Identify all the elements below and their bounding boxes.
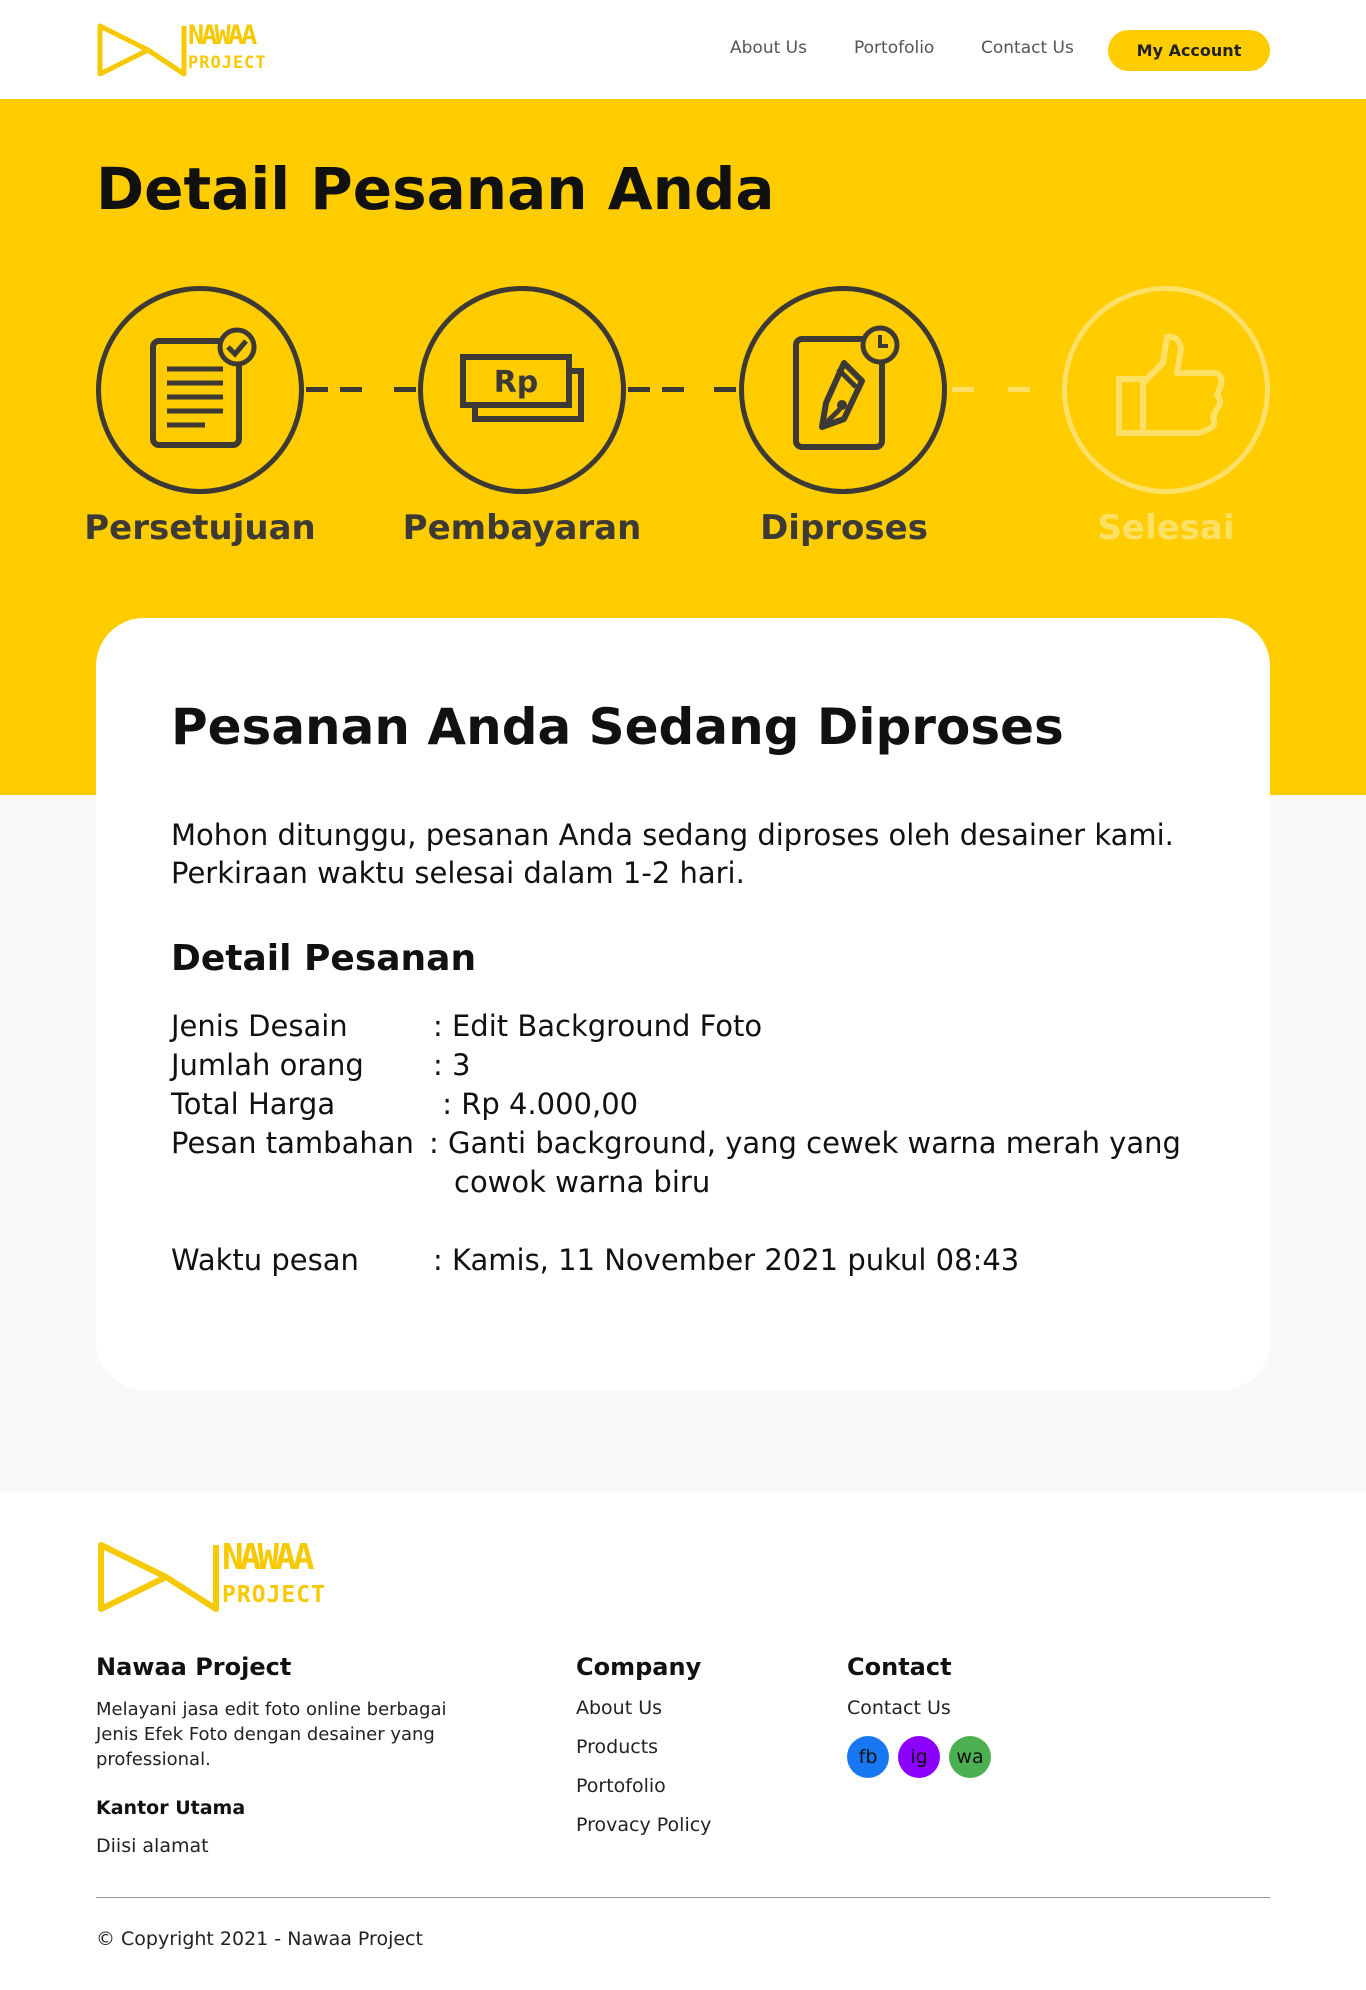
logo-mark-icon: [98, 1542, 219, 1612]
instagram-icon[interactable]: ig: [898, 1736, 940, 1778]
step-connector: [662, 387, 684, 392]
footer-link-about-us[interactable]: About Us: [576, 1697, 662, 1719]
detail-key: Jenis Desain: [171, 1009, 348, 1043]
step-persetujuan: [96, 286, 304, 494]
detail-value: : Rp 4.000,00: [433, 1087, 639, 1121]
page-title: Detail Pesanan Anda: [96, 155, 775, 223]
footer-contact-heading: Contact: [847, 1653, 952, 1681]
facebook-icon[interactable]: fb: [847, 1736, 889, 1778]
site-header: NAWAA PROJECT About Us Portofolio Contac…: [0, 0, 1366, 99]
header-logo[interactable]: NAWAA PROJECT: [96, 22, 266, 78]
detail-key: Total Harga: [171, 1087, 336, 1121]
footer-link-contact-us[interactable]: Contact Us: [847, 1697, 951, 1719]
detail-value: : 3: [433, 1048, 471, 1082]
footer-description: Melayani jasa edit foto online berbagai …: [96, 1699, 447, 1770]
step-connector: [306, 387, 328, 392]
order-detail-heading: Detail Pesanan: [171, 938, 477, 979]
footer-link-products[interactable]: Products: [576, 1736, 658, 1758]
detail-value: : Ganti background, yang cewek warna mer…: [429, 1126, 1181, 1160]
logo-line1: NAWAA: [222, 1537, 314, 1578]
logo-line2: PROJECT: [222, 1582, 326, 1608]
nav-about-us[interactable]: About Us: [730, 38, 807, 58]
thumbs-up-icon: [1116, 333, 1225, 436]
step-label-persetujuan: Persetujuan: [84, 508, 316, 548]
footer-address: Diisi alamat: [96, 1835, 209, 1857]
step-selesai: [1062, 286, 1270, 494]
my-account-button[interactable]: My Account: [1108, 30, 1270, 71]
detail-key: Jumlah orang: [171, 1048, 364, 1082]
order-status-title: Pesanan Anda Sedang Diproses: [171, 698, 1064, 756]
logo-mark-icon: [97, 23, 187, 77]
copyright-text: © Copyright 2021 - Nawaa Project: [96, 1928, 423, 1950]
footer-link-portofolio[interactable]: Portofolio: [576, 1775, 666, 1797]
step-connector: [340, 387, 362, 392]
step-connector: [628, 387, 650, 392]
order-status-card: Pesanan Anda Sedang Diproses Mohon ditun…: [96, 618, 1270, 1390]
document-check-icon: [150, 327, 257, 448]
pen-clock-icon: [793, 325, 900, 450]
detail-key: Pesan tambahan: [171, 1126, 414, 1160]
logo-line1: NAWAA: [188, 20, 257, 51]
nav-contact-us[interactable]: Contact Us: [981, 38, 1074, 58]
step-pembayaran: Rp: [418, 286, 626, 494]
logo-line2: PROJECT: [188, 53, 267, 73]
order-status-message: Mohon ditunggu, pesanan Anda sedang dipr…: [171, 816, 1211, 892]
footer-logo[interactable]: NAWAA PROJECT: [96, 1540, 325, 1614]
footer-company-heading: Company: [576, 1653, 702, 1681]
step-diproses: [739, 286, 947, 494]
message-line-2: Perkiraan waktu selesai dalam 1-2 hari.: [171, 856, 745, 890]
step-connector: [1008, 387, 1030, 392]
footer-divider: [96, 1897, 1270, 1898]
footer-office-heading: Kantor Utama: [96, 1797, 246, 1819]
detail-value: : Kamis, 11 November 2021 pukul 08:43: [433, 1243, 1020, 1277]
step-connector: [714, 387, 736, 392]
money-rp-icon: Rp: [460, 354, 584, 422]
footer-brand-heading: Nawaa Project: [96, 1653, 292, 1681]
step-connector: [394, 387, 416, 392]
step-label-selesai: Selesai: [1097, 508, 1235, 548]
detail-key: Waktu pesan: [171, 1243, 359, 1277]
step-connector: [952, 387, 974, 392]
nav-portofolio[interactable]: Portofolio: [854, 38, 934, 58]
detail-value-continuation: cowok warna biru: [454, 1165, 711, 1199]
message-line-1: Mohon ditunggu, pesanan Anda sedang dipr…: [171, 818, 1174, 852]
step-label-diproses: Diproses: [760, 508, 928, 548]
detail-value: : Edit Background Foto: [433, 1009, 763, 1043]
money-rp-text: Rp: [494, 365, 539, 400]
whatsapp-icon[interactable]: wa: [949, 1736, 991, 1778]
step-label-pembayaran: Pembayaran: [402, 508, 642, 548]
footer-link-privacy-policy[interactable]: Provacy Policy: [576, 1814, 711, 1836]
